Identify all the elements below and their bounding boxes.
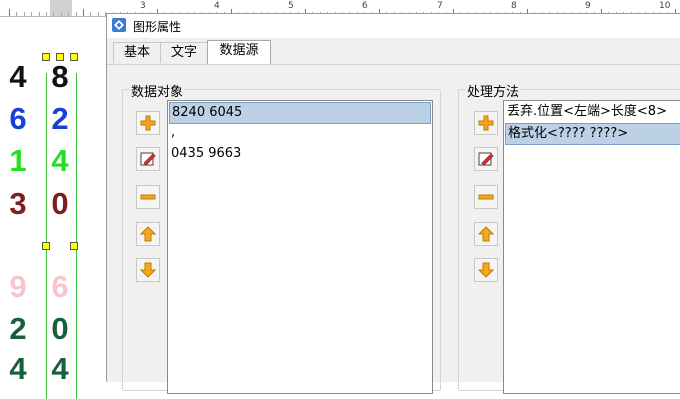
move-method-down-button[interactable] bbox=[474, 258, 498, 282]
list-item[interactable]: 格式化<???? ????> bbox=[505, 123, 680, 145]
dialog-titlebar[interactable]: 图形属性 bbox=[107, 14, 680, 38]
ruler-tick bbox=[31, 12, 33, 16]
tab-strip: 基本 文字 数据源 bbox=[107, 40, 680, 65]
canvas-digit: 9 bbox=[9, 269, 27, 304]
ruler-tick bbox=[90, 12, 92, 16]
resize-handle[interactable] bbox=[42, 242, 50, 250]
add-method-button[interactable] bbox=[474, 111, 498, 135]
canvas-digit: 2 bbox=[51, 101, 69, 136]
ruler-number: 3 bbox=[140, 1, 146, 11]
dialog-title: 图形属性 bbox=[133, 20, 182, 34]
edit-icon bbox=[478, 152, 494, 166]
canvas-digit: 0 bbox=[51, 311, 69, 346]
ruler-tick bbox=[46, 12, 47, 16]
tab-basic[interactable]: 基本 bbox=[113, 42, 161, 63]
add-icon bbox=[478, 115, 494, 131]
processing-methods-title: 处理方法 bbox=[465, 81, 522, 100]
processing-methods-list[interactable]: 丢弃.位置<左端>长度<8> 格式化<???? ????> bbox=[503, 100, 680, 394]
resize-handle[interactable] bbox=[70, 242, 78, 250]
tab-data-source[interactable]: 数据源 bbox=[207, 40, 271, 64]
ruler-number: 8 bbox=[511, 1, 517, 11]
data-objects-group: 数据对象 8240 6045 , 0435 9663 bbox=[122, 81, 441, 394]
add-button[interactable] bbox=[136, 111, 160, 135]
ruler-number: 9 bbox=[585, 1, 591, 11]
canvas-digit: 3 bbox=[9, 186, 27, 221]
data-objects-list[interactable]: 8240 6045 , 0435 9663 bbox=[167, 100, 433, 394]
ruler-tick bbox=[16, 12, 18, 16]
ruler-tick bbox=[68, 12, 70, 16]
canvas-digit: 2 bbox=[9, 311, 27, 346]
ruler-tick bbox=[23, 12, 25, 16]
canvas-digit: 4 bbox=[51, 143, 69, 178]
design-canvas[interactable]: 4 8 6 2 1 4 3 0 9 6 2 0 4 4 bbox=[0, 17, 106, 399]
edit-button[interactable] bbox=[136, 147, 160, 171]
move-method-up-button[interactable] bbox=[474, 222, 498, 246]
tab-text[interactable]: 文字 bbox=[160, 42, 208, 63]
edit-method-button[interactable] bbox=[474, 147, 498, 171]
move-up-button[interactable] bbox=[136, 222, 160, 246]
edit-icon bbox=[140, 152, 156, 166]
canvas-digit: 6 bbox=[9, 101, 27, 136]
move-down-icon bbox=[478, 262, 494, 278]
move-up-icon bbox=[140, 226, 156, 242]
remove-icon bbox=[478, 194, 494, 200]
ruler-tick bbox=[60, 12, 62, 16]
canvas-digit: 6 bbox=[51, 269, 69, 304]
ruler-tick bbox=[9, 9, 10, 16]
add-icon bbox=[140, 115, 156, 131]
move-down-icon bbox=[140, 262, 156, 278]
processing-methods-group: 处理方法 丢弃.位置<左端>长度<8> 格式化<???? ????> bbox=[458, 81, 680, 394]
list-item[interactable]: 0435 9663 bbox=[169, 144, 431, 164]
data-objects-title: 数据对象 bbox=[129, 81, 186, 100]
ruler-tick bbox=[53, 12, 55, 16]
ruler-number: 6 bbox=[362, 1, 368, 11]
properties-dialog: 图形属性 基本 文字 数据源 数据对象 8240 6045 , 0435 966… bbox=[106, 13, 680, 394]
ruler-number: 10 bbox=[659, 1, 671, 11]
remove-icon bbox=[140, 194, 156, 200]
ruler-number: 4 bbox=[214, 1, 220, 11]
ruler-tick bbox=[83, 9, 84, 16]
canvas-digit: 4 bbox=[51, 351, 69, 386]
move-down-button[interactable] bbox=[136, 258, 160, 282]
properties-app-icon bbox=[112, 18, 126, 32]
list-item[interactable]: , bbox=[169, 123, 431, 143]
canvas-digit: 1 bbox=[9, 143, 27, 178]
ruler-number: 7 bbox=[437, 1, 443, 11]
list-item[interactable]: 丢弃.位置<左端>长度<8> bbox=[505, 102, 680, 122]
canvas-digit: 4 bbox=[9, 351, 27, 386]
ruler-tick bbox=[75, 12, 77, 16]
canvas-digit: 4 bbox=[9, 59, 27, 94]
remove-method-button[interactable] bbox=[474, 185, 498, 209]
list-item[interactable]: 8240 6045 bbox=[169, 102, 431, 124]
canvas-digit: 0 bbox=[51, 186, 69, 221]
canvas-digit: 8 bbox=[51, 59, 69, 94]
ruler-tick bbox=[97, 12, 99, 16]
ruler-tick bbox=[38, 12, 40, 16]
ruler-number: 5 bbox=[288, 1, 294, 11]
move-up-icon bbox=[478, 226, 494, 242]
remove-button[interactable] bbox=[136, 185, 160, 209]
